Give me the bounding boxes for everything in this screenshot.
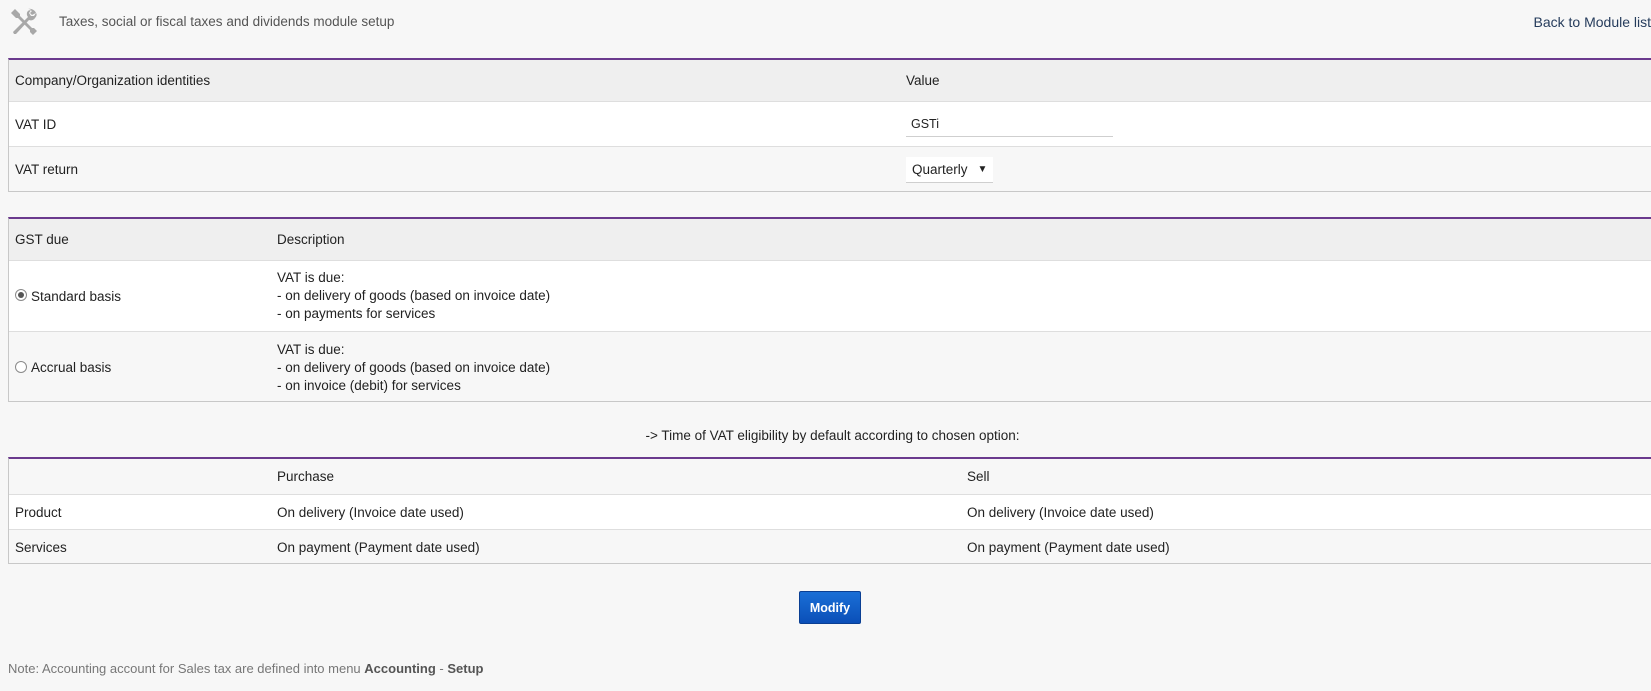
row-label-product: Product [15,504,62,520]
radio-button-accrual-basis[interactable] [15,360,27,373]
column-header-sell: Sell [967,469,990,484]
services-purchase-value: On payment (Payment date used) [277,540,480,555]
gst-due-table: GST due Description Standard basis VAT i… [8,217,1651,402]
identities-table: Company/Organization identities Value VA… [8,58,1651,192]
vat-id-label: VAT ID [15,116,57,132]
radio-button-standard-basis[interactable] [15,289,27,301]
standard-basis-description: VAT is due: - on delivery of goods (base… [277,261,550,331]
note-separator: - [435,661,448,676]
accounting-note: Note: Accounting account for Sales tax a… [8,661,483,676]
modify-button[interactable]: Modify [799,591,861,624]
services-sell-value: On payment (Payment date used) [967,540,1170,555]
column-header-identities: Company/Organization identities [15,73,211,88]
accrual-basis-description: VAT is due: - on delivery of goods (base… [277,332,551,401]
table-row: Services On payment (Payment date used) … [9,530,1651,563]
description-line: - on payments for services [277,306,436,321]
table-row: VAT return Quarterly ▼ [9,147,1651,191]
tools-icon [11,8,37,35]
description-line: VAT is due: [277,270,345,285]
column-header-gst-due: GST due [15,232,69,247]
table-row: VAT ID [9,102,1651,147]
standard-basis-label: Standard basis [31,288,122,304]
description-line: - on delivery of goods (based on invoice… [277,359,551,375]
table-header-row: Purchase Sell [9,459,1651,495]
table-row: Accrual basis VAT is due: - on delivery … [9,332,1651,401]
table-header-row: GST due Description [9,219,1651,261]
accrual-basis-radio-option[interactable]: Accrual basis [15,360,111,375]
row-label-services: Services [15,540,67,555]
note-text: Note: Accounting account for Sales tax a… [8,661,365,676]
product-purchase-value: On delivery (Invoice date used) [277,504,464,520]
vat-id-input[interactable] [906,111,1113,137]
column-header-value: Value [906,73,940,88]
column-header-purchase: Purchase [277,469,335,484]
note-menu-accounting: Accounting [364,661,436,676]
accrual-basis-label: Accrual basis [31,360,112,375]
vat-return-selected-value: Quarterly [912,161,968,177]
table-row: Standard basis VAT is due: - on delivery… [9,261,1651,332]
note-menu-setup: Setup [447,661,484,676]
description-line: - on invoice (debit) for services [277,377,461,393]
standard-basis-radio-option[interactable]: Standard basis [15,289,121,304]
back-to-module-list-link[interactable]: Back to Module list [1534,14,1651,30]
vat-eligibility-heading: -> Time of VAT eligibility by default ac… [645,428,1020,443]
description-line: - on delivery of goods (based on invoice… [277,288,551,303]
eligibility-table: Purchase Sell Product On delivery (Invoi… [8,457,1651,564]
column-header-description: Description [277,232,345,247]
vat-return-label: VAT return [15,162,79,177]
page-header: Taxes, social or fiscal taxes and divide… [0,0,1651,44]
table-header-row: Company/Organization identities Value [9,60,1651,102]
vat-return-select[interactable]: Quarterly ▼ [906,156,994,183]
product-sell-value: On delivery (Invoice date used) [967,504,1154,520]
table-row: Product On delivery (Invoice date used) … [9,495,1651,530]
description-line: VAT is due: [277,341,345,357]
caret-down-icon: ▼ [977,163,988,175]
page-title: Taxes, social or fiscal taxes and divide… [59,14,395,29]
